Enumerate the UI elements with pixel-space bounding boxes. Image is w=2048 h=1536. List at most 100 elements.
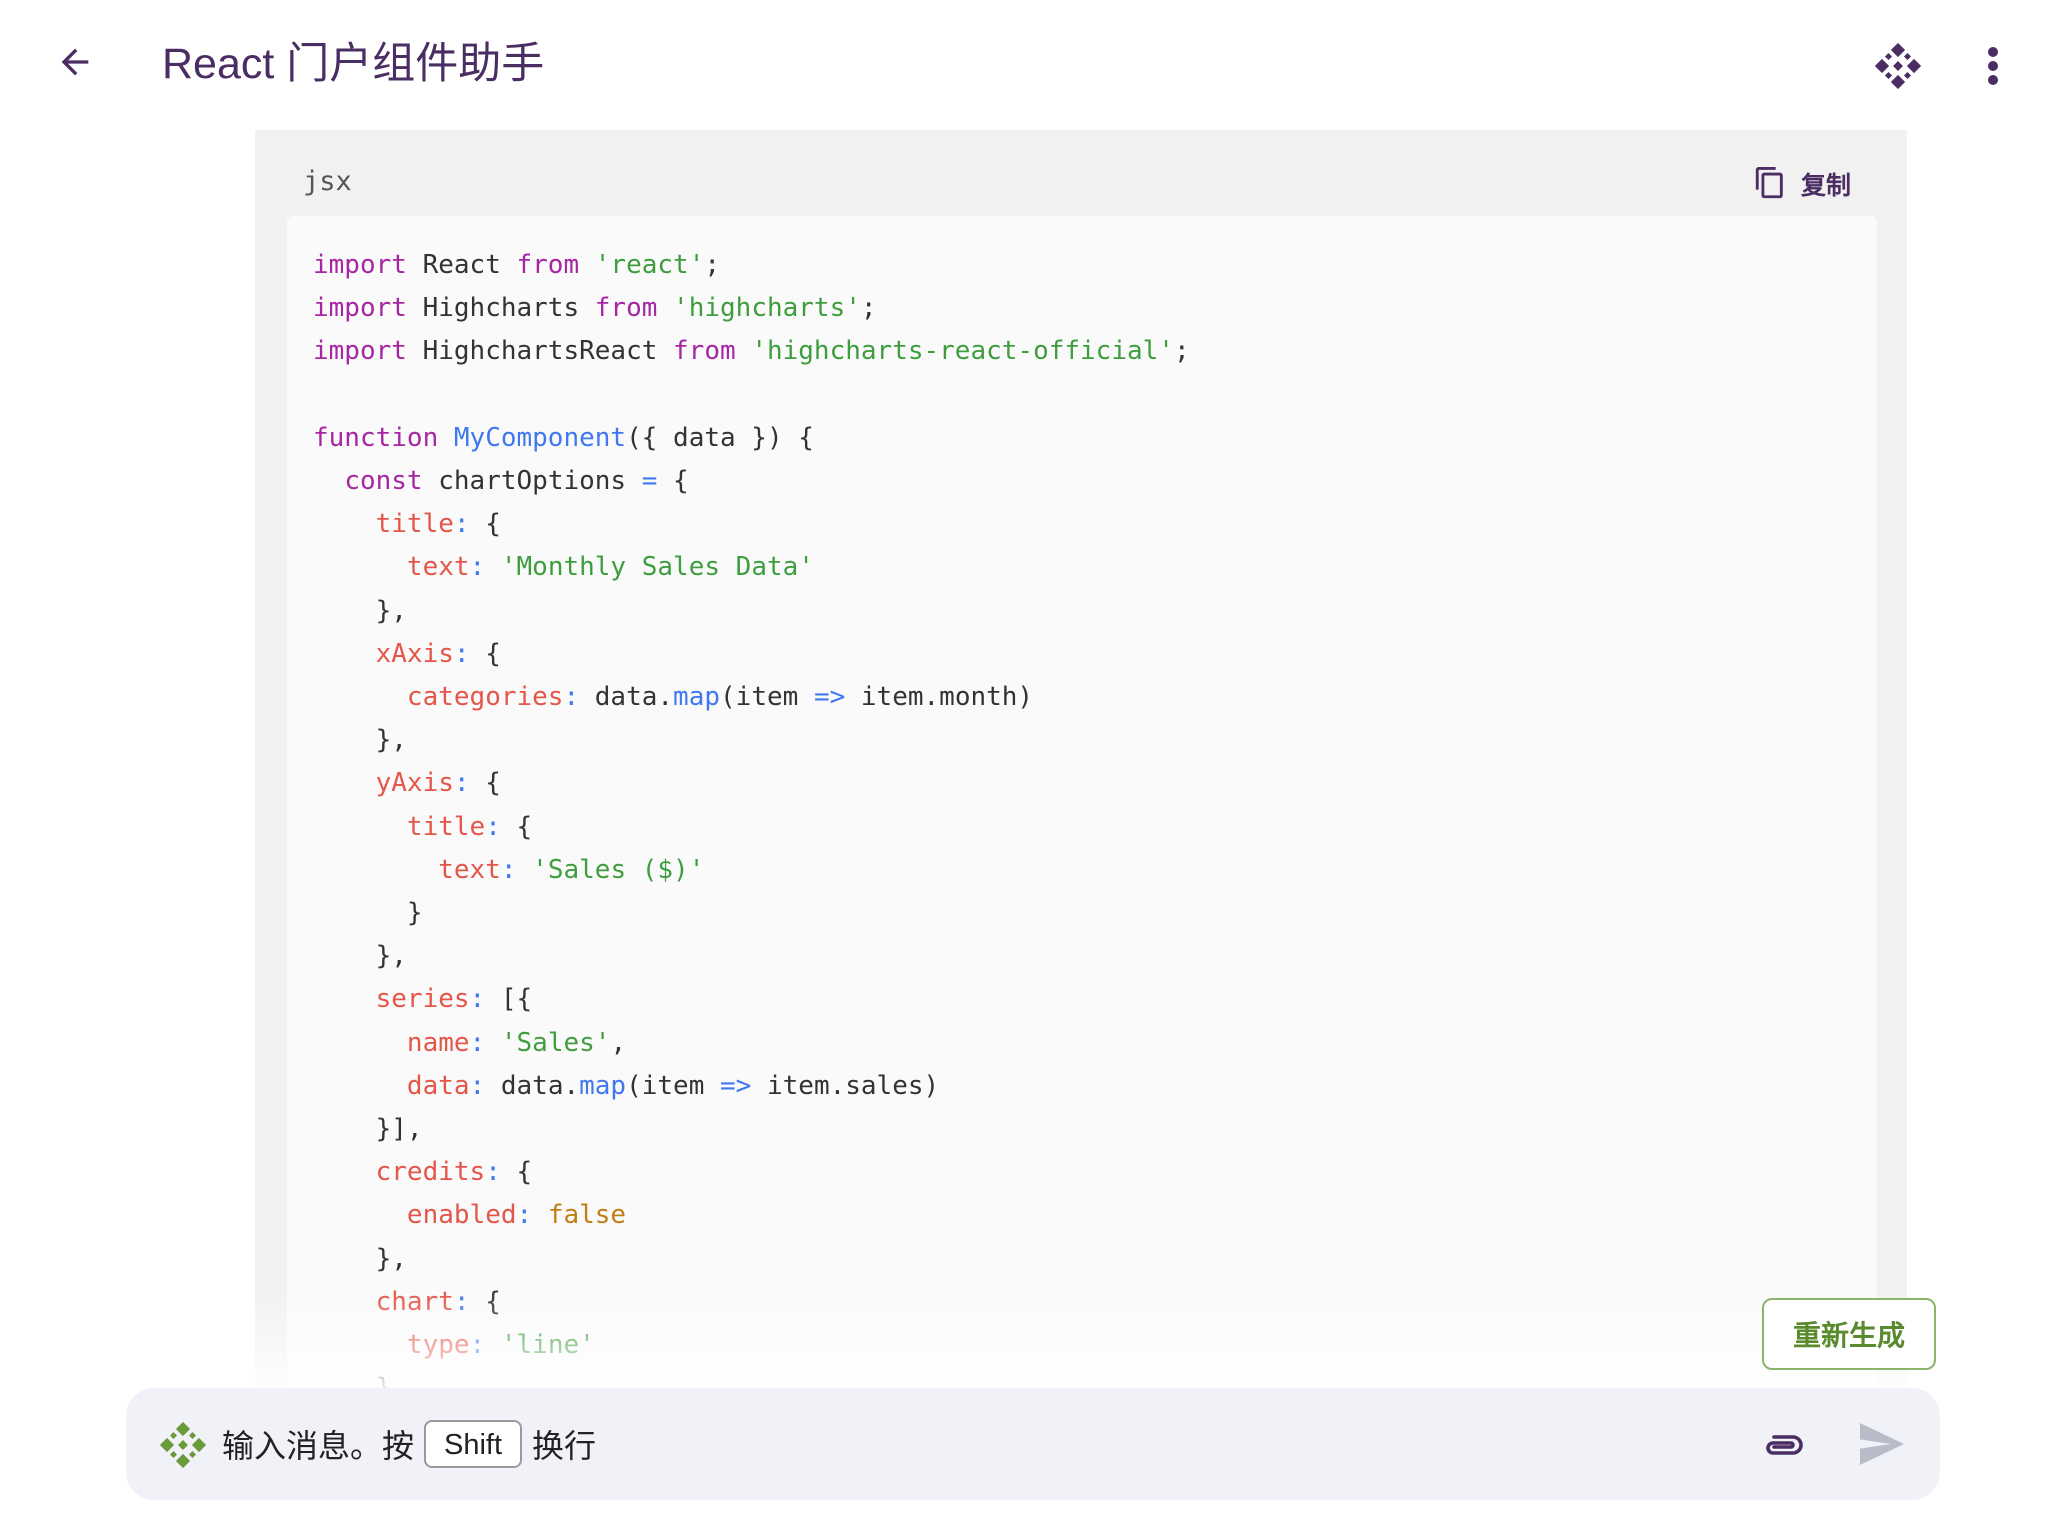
code-token: { bbox=[469, 1286, 501, 1317]
code-token: false bbox=[547, 1200, 627, 1231]
code-token: : bbox=[453, 638, 470, 669]
copy-code-button[interactable]: 复制 bbox=[1753, 162, 1851, 206]
send-button[interactable] bbox=[1854, 1418, 1910, 1470]
code-language-label: jsx bbox=[303, 166, 352, 197]
code-token: }, bbox=[313, 1243, 407, 1274]
code-token: import bbox=[313, 293, 407, 324]
code-token: chart bbox=[375, 1286, 454, 1317]
code-token: }, bbox=[313, 725, 407, 756]
code-token: (item bbox=[720, 682, 814, 713]
code-token: title bbox=[406, 811, 486, 842]
code-line: }, bbox=[313, 1238, 1877, 1281]
message-input-bar[interactable]: 输入消息。按 Shift 换行 bbox=[126, 1388, 1940, 1500]
code-token: { bbox=[657, 466, 689, 497]
code-line: data: data.map(item => item.sales) bbox=[313, 1065, 1877, 1108]
diamond-dots-logo-icon bbox=[1875, 43, 1921, 89]
copy-label: 复制 bbox=[1800, 172, 1851, 200]
code-token: enabled bbox=[406, 1200, 517, 1231]
code-token: 'Sales ($)' bbox=[532, 854, 705, 885]
code-token: React bbox=[406, 250, 517, 280]
code-token: 'line' bbox=[500, 1330, 595, 1361]
more-options-button[interactable] bbox=[1968, 38, 2018, 94]
code-token: title bbox=[375, 509, 454, 540]
code-line: chart: { bbox=[313, 1281, 1877, 1324]
back-button[interactable] bbox=[45, 32, 105, 92]
code-token: = bbox=[641, 466, 658, 497]
code-token: }, bbox=[313, 941, 407, 972]
code-token: => bbox=[813, 682, 846, 713]
code-token: Highcharts bbox=[406, 293, 595, 324]
code-line: enabled: false bbox=[313, 1194, 1877, 1237]
code-line: const chartOptions = { bbox=[313, 460, 1877, 503]
code-line: categories: data.map(item => item.month) bbox=[313, 676, 1877, 719]
code-token: : bbox=[453, 768, 470, 799]
code-token: data bbox=[406, 1070, 470, 1101]
code-token: import bbox=[313, 336, 407, 367]
code-token: map bbox=[673, 682, 721, 713]
code-token: : bbox=[516, 1200, 533, 1231]
code-token: map bbox=[579, 1070, 627, 1101]
code-token: : bbox=[500, 854, 517, 885]
code-token: item.sales) bbox=[751, 1070, 940, 1101]
code-token: { bbox=[500, 811, 533, 842]
code-line: series: [{ bbox=[313, 978, 1877, 1021]
assistant-logo-icon bbox=[160, 1422, 206, 1468]
code-block: jsx 复制 import React from 'react'; import … bbox=[255, 130, 1907, 1390]
code-line: import HighchartsReact from 'highcharts-… bbox=[313, 330, 1877, 373]
code-token: categories bbox=[406, 682, 564, 713]
code-token: yAxis bbox=[375, 768, 454, 799]
app-header: React 门户组件助手 bbox=[0, 0, 2048, 130]
code-token: : bbox=[453, 1286, 470, 1317]
code-token: 'highcharts' bbox=[673, 293, 861, 324]
code-line: }, bbox=[313, 1367, 1877, 1390]
message-input-placeholder[interactable]: 输入消息。按 Shift 换行 bbox=[222, 1416, 596, 1472]
code-token: 'highcharts-react-official' bbox=[751, 336, 1174, 367]
code-line: }, bbox=[313, 935, 1877, 978]
arrow-left-icon bbox=[61, 48, 89, 76]
code-line: }, bbox=[313, 590, 1877, 633]
regenerate-button[interactable]: 重新生成 bbox=[1762, 1298, 1936, 1370]
code-token: type bbox=[406, 1330, 470, 1361]
shift-key-hint: Shift bbox=[424, 1420, 523, 1468]
attach-file-button[interactable] bbox=[1758, 1422, 1808, 1468]
code-token: item.month) bbox=[845, 682, 1034, 713]
code-token: [{ bbox=[485, 984, 533, 1015]
code-token: 'react' bbox=[594, 250, 705, 280]
code-token: { bbox=[469, 768, 501, 799]
assistant-logo-button[interactable] bbox=[1870, 38, 1926, 94]
send-icon bbox=[1860, 1423, 1904, 1465]
code-line: credits: { bbox=[313, 1151, 1877, 1194]
code-line: }, bbox=[313, 719, 1877, 762]
code-token: name bbox=[406, 1027, 470, 1058]
code-content: import React from 'react'; import Highcha… bbox=[287, 216, 1877, 1390]
page-title: React 门户组件助手 bbox=[162, 40, 545, 88]
code-token: : bbox=[485, 1157, 501, 1188]
code-line: import React from 'react'; bbox=[313, 244, 1877, 287]
code-token: { bbox=[469, 638, 501, 669]
code-token: } bbox=[313, 898, 423, 929]
placeholder-text-after: 换行 bbox=[532, 1428, 597, 1464]
code-token: : bbox=[469, 552, 486, 583]
code-line: text: 'Sales ($)' bbox=[313, 849, 1877, 892]
paperclip-icon bbox=[1766, 1435, 1803, 1455]
code-line: text: 'Monthly Sales Data' bbox=[313, 546, 1877, 589]
code-token: : bbox=[469, 984, 486, 1015]
code-token: }], bbox=[313, 1114, 423, 1145]
code-token: chartOptions bbox=[422, 466, 642, 497]
code-token: xAxis bbox=[375, 638, 454, 669]
code-line: title: { bbox=[313, 806, 1877, 849]
code-token: ; bbox=[860, 293, 877, 324]
code-line: } bbox=[313, 892, 1877, 935]
